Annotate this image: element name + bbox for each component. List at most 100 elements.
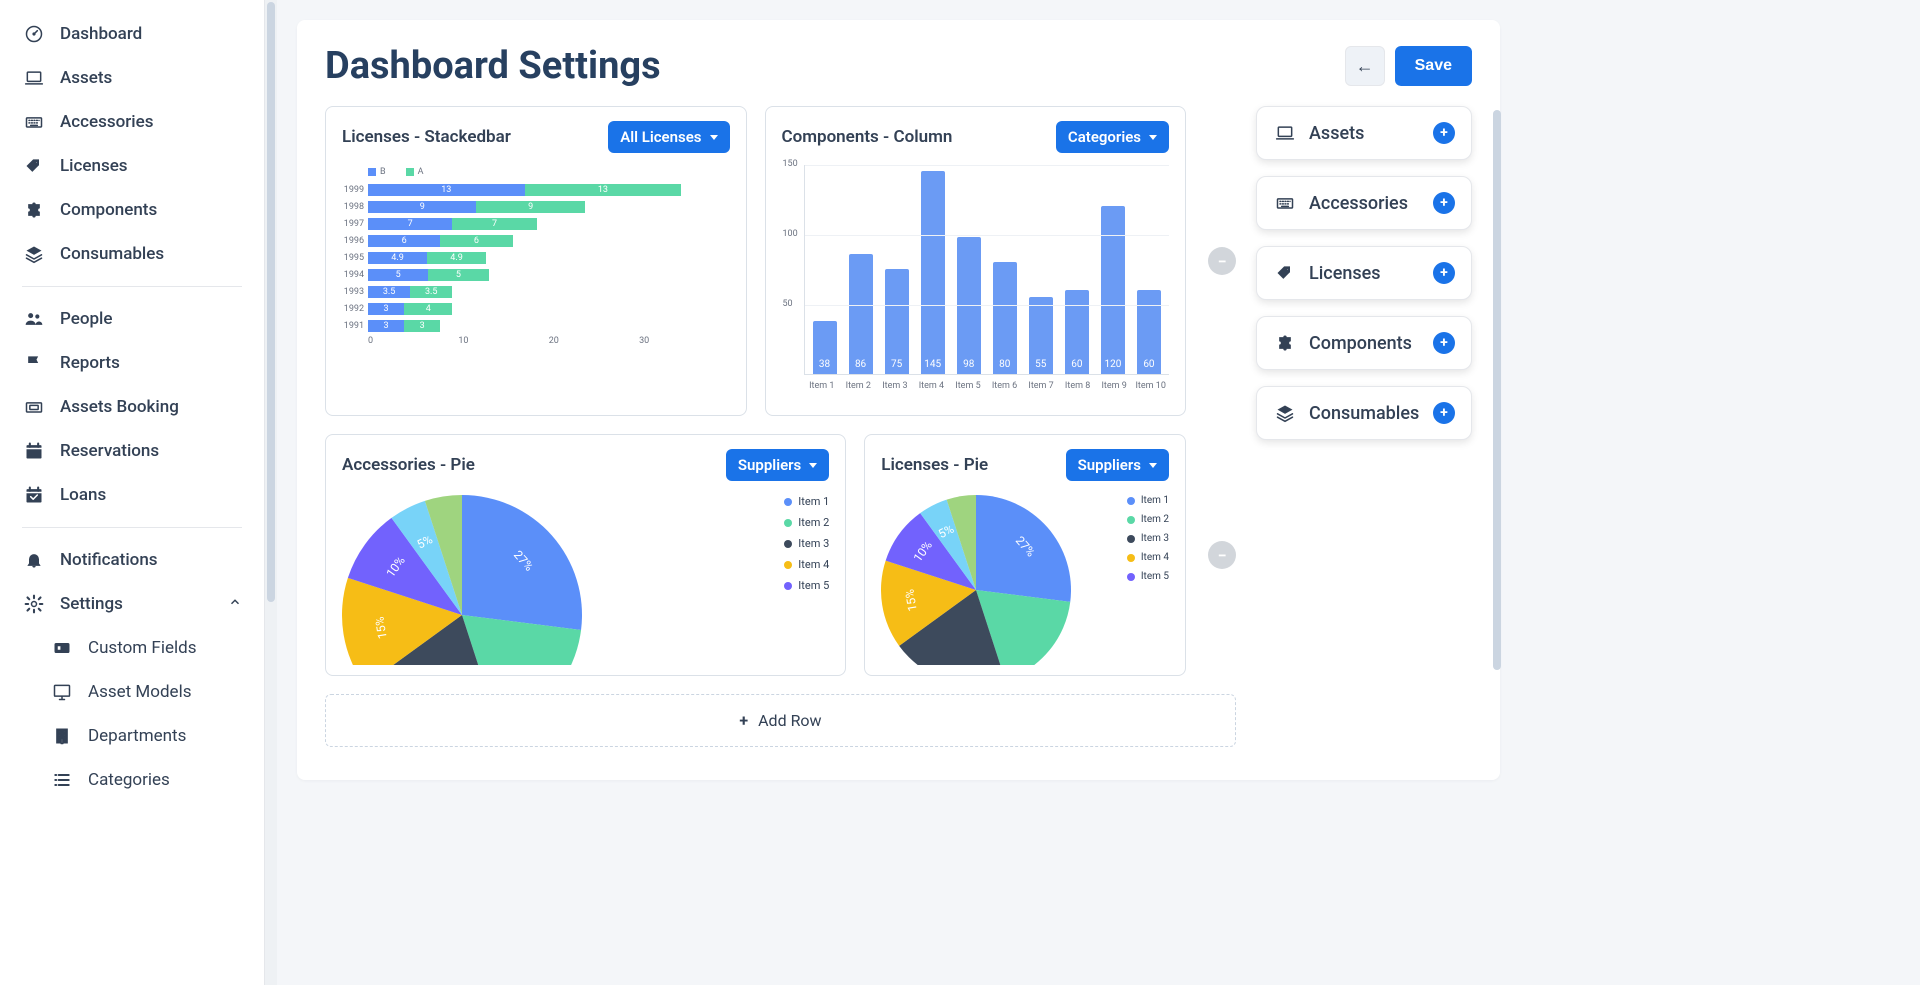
- laptop-icon: [22, 66, 46, 90]
- plus-circle-icon: +: [1433, 192, 1455, 214]
- sidebar-subitem-asset-models[interactable]: Asset Models: [0, 670, 264, 714]
- sidebar-scrollbar[interactable]: [265, 0, 277, 985]
- sidebar-item-label: Accessories: [60, 112, 153, 132]
- back-button[interactable]: ←: [1345, 46, 1385, 86]
- sidebar-item-label: Consumables: [60, 244, 164, 264]
- palette-item-label: Consumables: [1309, 403, 1419, 424]
- sidebar-item-label: People: [60, 309, 113, 329]
- add-row-button[interactable]: + Add Row: [325, 694, 1236, 747]
- widget-title: Licenses - Stackedbar: [342, 127, 511, 147]
- palette-item-assets[interactable]: Assets+: [1256, 106, 1472, 160]
- sidebar-item-people[interactable]: People: [0, 297, 264, 341]
- pie-legend: Item 1Item 2Item 3Item 4Item 5: [784, 495, 829, 600]
- legend-item: Item 5: [784, 579, 829, 592]
- laptop-icon: [1273, 121, 1297, 145]
- sidebar-subitem-categories[interactable]: Categories: [0, 758, 264, 802]
- palette-item-licenses[interactable]: Licenses +: [1256, 246, 1472, 300]
- legend-item: Item 3: [784, 537, 829, 550]
- fields-icon: [50, 636, 74, 660]
- puzzle-icon: [22, 198, 46, 222]
- keyboard-icon: [1273, 191, 1297, 215]
- palette-item-components[interactable]: Components +: [1256, 316, 1472, 370]
- keyboard-icon: [22, 110, 46, 134]
- people-icon: [22, 307, 46, 331]
- sidebar-item-label: Reservations: [60, 441, 159, 461]
- sidebar-item-label: Custom Fields: [88, 638, 196, 658]
- palette-item-accessories[interactable]: Accessories+: [1256, 176, 1472, 230]
- save-button[interactable]: Save: [1395, 46, 1472, 86]
- widget-licenses-stackedbar[interactable]: Licenses - Stackedbar All Licenses BA199…: [325, 106, 747, 416]
- puzzle-icon: [1273, 331, 1297, 355]
- sidebar-item-label: Loans: [60, 485, 106, 505]
- plus-circle-icon: +: [1433, 402, 1455, 424]
- gear-icon: [22, 592, 46, 616]
- pie-chart: 27%15%10%5%: [342, 495, 582, 665]
- sidebar-item-label: Assets: [60, 68, 112, 88]
- flag-icon: [22, 351, 46, 375]
- tag-icon: [1273, 261, 1297, 285]
- plus-circle-icon: +: [1433, 122, 1455, 144]
- calendar-check-icon: [22, 483, 46, 507]
- column-chart: 501001503886751459880556012060Item 1Item…: [782, 165, 1170, 391]
- filter-select-label: Suppliers: [738, 456, 801, 474]
- remove-row-button[interactable]: −: [1208, 247, 1236, 275]
- sidebar-item-licenses[interactable]: Licenses: [0, 144, 264, 188]
- widget-licenses-pie[interactable]: Licenses - Pie Suppliers 27%15%10%5% Ite…: [864, 434, 1186, 676]
- sidebar-item-accessories[interactable]: Accessories: [0, 100, 264, 144]
- content-scrollbar[interactable]: [1493, 110, 1503, 710]
- sidebar-item-assets-booking[interactable]: Assets Booking: [0, 385, 264, 429]
- plus-icon: +: [739, 711, 748, 730]
- bell-icon: [22, 548, 46, 572]
- plus-circle-icon: +: [1433, 262, 1455, 284]
- filter-select-suppliers[interactable]: Suppliers: [1066, 449, 1169, 481]
- filter-select-label: Categories: [1068, 128, 1141, 146]
- sidebar-item-reports[interactable]: Reports: [0, 341, 264, 385]
- sidebar-item-label: Departments: [88, 726, 186, 746]
- sidebar-item-label: Components: [60, 200, 157, 220]
- filter-select-label: Suppliers: [1078, 456, 1141, 474]
- sidebar-item-assets[interactable]: Assets: [0, 56, 264, 100]
- widget-accessories-pie[interactable]: Accessories - Pie Suppliers 27%15%10%5% …: [325, 434, 846, 676]
- gauge-icon: [22, 22, 46, 46]
- filter-select-all-licenses[interactable]: All Licenses: [608, 121, 729, 153]
- stacked-bar-chart: BA1999131319989919977719966619954.94.919…: [342, 167, 730, 346]
- remove-row-button[interactable]: −: [1208, 541, 1236, 569]
- legend-item: Item 3: [1127, 533, 1169, 544]
- sidebar-subitem-custom-fields[interactable]: Custom Fields: [0, 626, 264, 670]
- widget-title: Licenses - Pie: [881, 455, 988, 475]
- sidebar-item-reservations[interactable]: Reservations: [0, 429, 264, 473]
- widget-components-column[interactable]: Components - Column Categories 501001503…: [765, 106, 1187, 416]
- sidebar-item-settings[interactable]: Settings: [0, 582, 264, 626]
- sidebar-item-consumables[interactable]: Consumables: [0, 232, 264, 276]
- sidebar-item-components[interactable]: Components: [0, 188, 264, 232]
- palette-item-label: Licenses: [1309, 263, 1381, 284]
- sidebar-item-dashboard[interactable]: Dashboard: [0, 12, 264, 56]
- caret-down-icon: [1149, 135, 1157, 140]
- sidebar-item-loans[interactable]: Loans: [0, 473, 264, 517]
- sidebar-divider: [22, 286, 242, 287]
- sidebar-item-label: Assets Booking: [60, 397, 179, 417]
- pie-chart: 27%15%10%5%: [881, 495, 1071, 665]
- legend-item: Item 1: [1127, 495, 1169, 506]
- sidebar-item-label: Notifications: [60, 550, 158, 570]
- palette-item-label: Components: [1309, 333, 1412, 354]
- filter-select-label: All Licenses: [620, 128, 701, 146]
- legend-item: Item 1: [784, 495, 829, 508]
- widget-palette: Assets+Accessories+Licenses+Components+C…: [1256, 106, 1472, 747]
- add-row-label: Add Row: [758, 711, 821, 730]
- plus-circle-icon: +: [1433, 332, 1455, 354]
- palette-item-consumables[interactable]: Consumables +: [1256, 386, 1472, 440]
- sidebar-item-label: Dashboard: [60, 24, 142, 44]
- filter-select-categories[interactable]: Categories: [1056, 121, 1169, 153]
- sidebar-item-label: Settings: [60, 594, 123, 614]
- list-icon: [50, 768, 74, 792]
- pie-legend: Item 1Item 2Item 3Item 4Item 5: [1127, 495, 1169, 590]
- layers-icon: [22, 242, 46, 266]
- filter-select-suppliers[interactable]: Suppliers: [726, 449, 829, 481]
- sidebar-subitem-departments[interactable]: Departments: [0, 714, 264, 758]
- legend-item: Item 5: [1127, 571, 1169, 582]
- caret-down-icon: [1149, 463, 1157, 468]
- sidebar-item-notifications[interactable]: Notifications: [0, 538, 264, 582]
- page-title: Dashboard Settings: [325, 44, 661, 88]
- sidebar-item-label: Licenses: [60, 156, 128, 176]
